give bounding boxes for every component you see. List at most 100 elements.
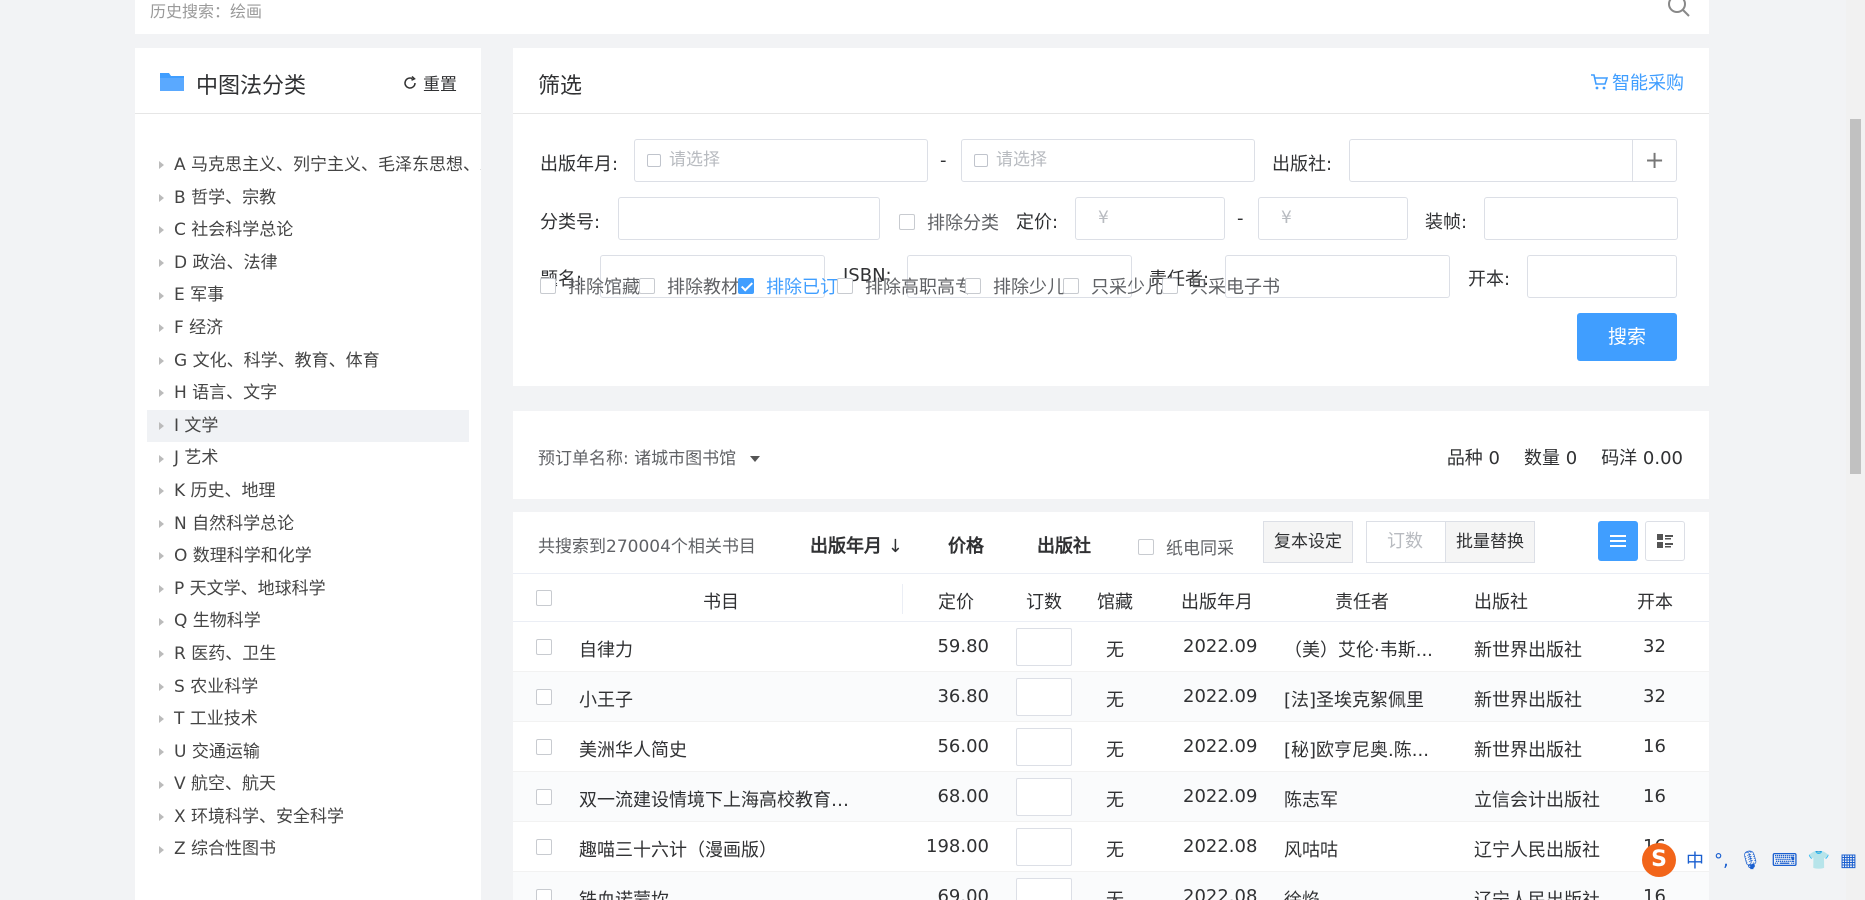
order-qty-input[interactable]: 订数 xyxy=(1366,521,1446,563)
category-item[interactable]: K 历史、地理 xyxy=(147,475,481,508)
order-qty-field[interactable] xyxy=(1016,878,1072,900)
add-publisher-button[interactable]: + xyxy=(1632,140,1676,181)
class-no-input[interactable] xyxy=(618,197,880,240)
order-qty-field[interactable] xyxy=(1016,778,1072,816)
category-item[interactable]: X 环境科学、安全科学 xyxy=(147,801,481,834)
order-qty-field[interactable] xyxy=(1016,628,1072,666)
order-qty-field[interactable] xyxy=(1016,678,1072,716)
caret-right-icon[interactable] xyxy=(159,519,164,528)
caret-right-icon[interactable] xyxy=(159,747,164,756)
scrollbar-thumb[interactable] xyxy=(1850,119,1861,474)
publisher-input[interactable]: + xyxy=(1349,139,1677,182)
caret-right-icon[interactable] xyxy=(159,161,164,170)
row-checkbox[interactable] xyxy=(536,839,552,855)
category-item[interactable]: G 文化、科学、教育、体育 xyxy=(147,345,481,378)
row-checkbox[interactable] xyxy=(536,639,552,655)
grid-view-button[interactable] xyxy=(1645,521,1685,561)
smart-purchase-link[interactable]: 智能采购 xyxy=(1590,69,1684,95)
category-item[interactable]: A 马克思主义、列宁主义、毛泽东思想、邓小平理论 xyxy=(147,149,481,182)
list-view-button[interactable] xyxy=(1598,521,1638,561)
order-qty-field[interactable] xyxy=(1016,728,1072,766)
category-item[interactable]: H 语言、文字 xyxy=(147,377,481,410)
option-checkbox[interactable]: 排除少儿 xyxy=(965,273,1065,299)
order-name[interactable]: 预订单名称: 诸城市图书馆 xyxy=(538,444,760,469)
row-checkbox[interactable] xyxy=(536,739,552,755)
reset-button[interactable]: 重置 xyxy=(403,70,457,95)
sogou-logo[interactable]: S xyxy=(1642,843,1676,877)
caret-right-icon[interactable] xyxy=(159,780,164,789)
caret-right-icon[interactable] xyxy=(159,845,164,854)
category-item[interactable]: B 哲学、宗教 xyxy=(147,182,481,215)
category-item[interactable]: I 文学 xyxy=(147,409,469,443)
ime-lang[interactable]: 中 xyxy=(1686,847,1704,873)
category-item[interactable]: R 医药、卫生 xyxy=(147,638,481,671)
sort-by-price[interactable]: 价格 xyxy=(948,532,984,558)
caret-right-icon[interactable] xyxy=(159,454,164,463)
search-icon[interactable] xyxy=(1667,0,1691,18)
caret-right-icon[interactable] xyxy=(159,259,164,268)
select-all-checkbox[interactable] xyxy=(536,590,552,606)
order-qty-field[interactable] xyxy=(1016,828,1072,866)
paper-electronic-checkbox[interactable]: 纸电同采 xyxy=(1138,534,1234,559)
table-row[interactable]: 趣喵三十六计（漫画版）198.00无2022.08风咕咕辽宁人民出版社16 xyxy=(513,822,1709,872)
category-item[interactable]: J 艺术 xyxy=(147,442,481,475)
category-item[interactable]: U 交通运输 xyxy=(147,736,481,769)
caret-right-icon[interactable] xyxy=(159,356,164,365)
caret-right-icon[interactable] xyxy=(159,552,164,561)
category-item[interactable]: V 航空、航天 xyxy=(147,768,481,801)
caret-right-icon[interactable] xyxy=(159,682,164,691)
caret-right-icon[interactable] xyxy=(159,193,164,202)
table-row[interactable]: 双一流建设情境下上海高校教育职... 68.00 无 2022.09 陈志军 立信会计出版… xyxy=(513,772,1709,822)
category-item[interactable]: D 政治、法律 xyxy=(147,247,481,280)
option-checkbox[interactable]: 排除已订 xyxy=(738,273,838,299)
category-item[interactable]: S 农业科学 xyxy=(147,671,481,704)
caret-right-icon[interactable] xyxy=(159,422,164,431)
category-item[interactable]: T 工业技术 xyxy=(147,703,481,736)
category-item[interactable]: N 自然科学总论 xyxy=(147,508,481,541)
history-search-bar[interactable]: 历史搜索：绘画 xyxy=(135,0,1709,34)
caret-right-icon[interactable] xyxy=(159,389,164,398)
table-row[interactable]: 美洲华人简史 56.00 无 2022.09 [秘]欧亨尼奥.陈... 新世界出版社 16 xyxy=(513,722,1709,772)
page-scrollbar[interactable] xyxy=(1846,0,1865,900)
search-button[interactable]: 搜索 xyxy=(1577,313,1677,361)
row-checkbox[interactable] xyxy=(536,889,552,900)
pub-date-to-input[interactable]: 请选择 xyxy=(961,139,1255,182)
sort-by-publisher[interactable]: 出版社 xyxy=(1037,532,1091,558)
table-row[interactable]: 铁血诺蒙坎 69.00 无 2022.08 徐焰 辽宁人民出版社 16 xyxy=(513,872,1709,900)
table-row[interactable]: 小王子 36.80 无 2022.09 [法]圣埃克絮佩里 新世界出版社 32 xyxy=(513,672,1709,722)
skin-icon[interactable]: 👕 xyxy=(1808,850,1830,871)
caret-right-icon[interactable] xyxy=(159,617,164,626)
row-checkbox[interactable] xyxy=(536,789,552,805)
table-row[interactable]: 自律力 59.80 无 2022.09 （美）艾伦·韦斯... 新世界出版社 32 xyxy=(513,622,1709,672)
category-item[interactable]: C 社会科学总论 xyxy=(147,214,481,247)
caret-right-icon[interactable] xyxy=(159,324,164,333)
row-checkbox[interactable] xyxy=(536,689,552,705)
price-to-input[interactable]: ¥ xyxy=(1258,197,1408,240)
option-checkbox[interactable]: 只采电子书 xyxy=(1162,273,1280,299)
mic-icon[interactable]: 🎙 xyxy=(1739,850,1762,871)
caret-right-icon[interactable] xyxy=(159,650,164,659)
caret-right-icon[interactable] xyxy=(159,487,164,496)
price-from-input[interactable]: ¥ xyxy=(1075,197,1225,240)
category-item[interactable]: O 数理科学和化学 xyxy=(147,540,481,573)
caret-right-icon[interactable] xyxy=(159,226,164,235)
option-checkbox[interactable]: 排除馆藏 xyxy=(540,273,640,299)
caret-right-icon[interactable] xyxy=(159,585,164,594)
option-checkbox[interactable]: 只采少儿 xyxy=(1063,273,1163,299)
sort-by-date[interactable]: 出版年月 ↓ xyxy=(810,532,903,558)
caret-right-icon[interactable] xyxy=(159,715,164,724)
category-item[interactable]: P 天文学、地球科学 xyxy=(147,573,481,606)
punctuation-icon[interactable]: °, xyxy=(1714,850,1729,871)
caret-right-icon[interactable] xyxy=(159,813,164,822)
option-checkbox[interactable]: 排除高职高专 xyxy=(837,273,973,299)
category-item[interactable]: Z 综合性图书 xyxy=(147,833,481,866)
caret-right-icon[interactable] xyxy=(159,291,164,300)
category-item[interactable]: F 经济 xyxy=(147,312,481,345)
toolbox-icon[interactable]: ▦ xyxy=(1840,850,1857,871)
binding-input[interactable] xyxy=(1484,197,1678,240)
format-input[interactable] xyxy=(1527,255,1677,298)
category-item[interactable]: E 军事 xyxy=(147,279,481,312)
batch-replace-button[interactable]: 批量替换 xyxy=(1445,521,1535,563)
option-checkbox[interactable]: 排除教材 xyxy=(639,273,739,299)
exclude-class-checkbox[interactable]: 排除分类 xyxy=(899,209,999,235)
